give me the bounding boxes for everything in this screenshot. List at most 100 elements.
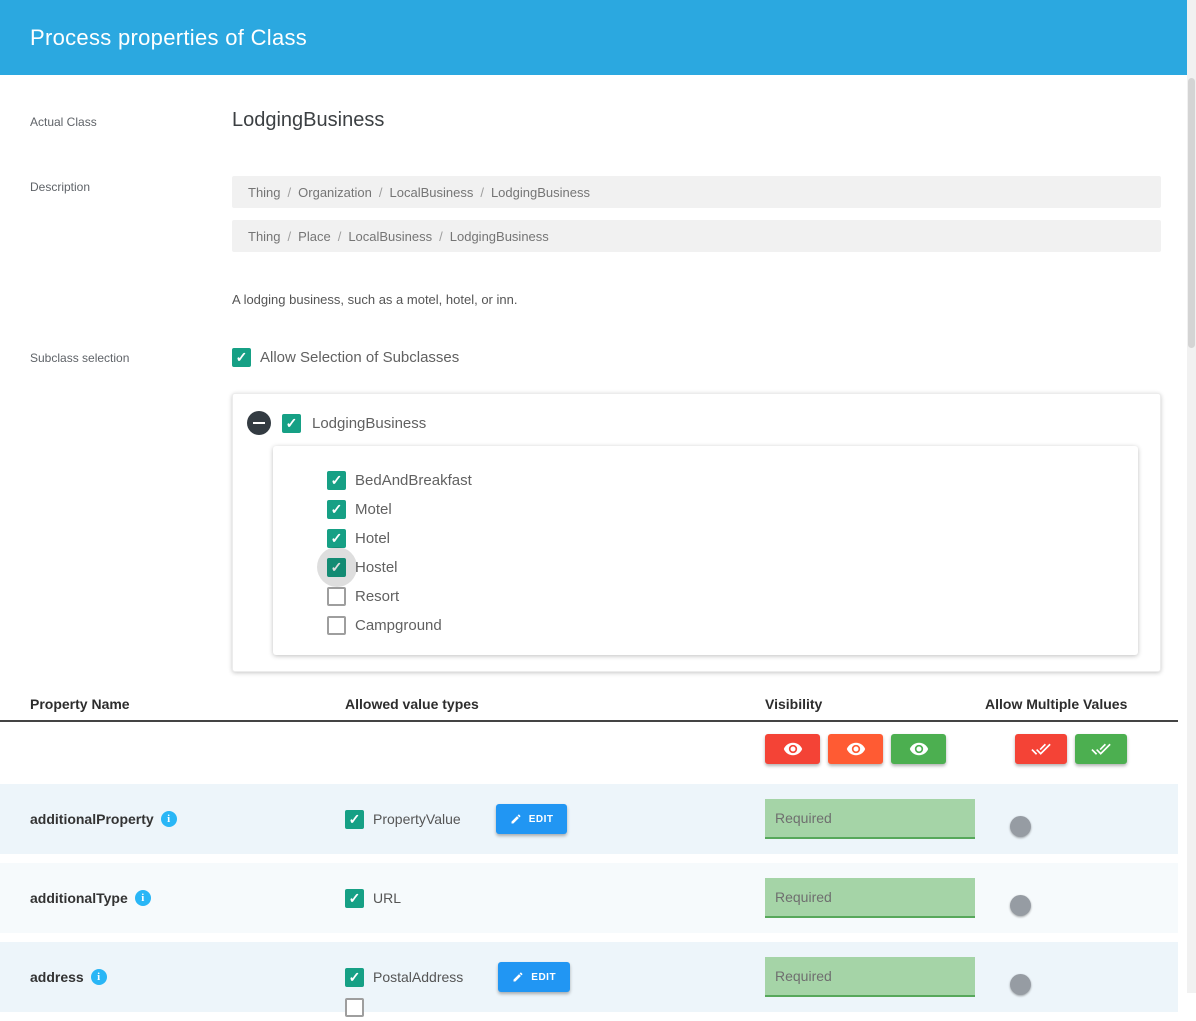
breadcrumb-item[interactable]: Organization bbox=[298, 185, 372, 200]
subclass-tree-root: LodgingBusiness bbox=[247, 408, 1144, 438]
description-text: A lodging business, such as a motel, hot… bbox=[232, 292, 1161, 307]
page-title: Process properties of Class bbox=[30, 25, 307, 51]
info-icon[interactable]: i bbox=[91, 969, 107, 985]
double-check-icon bbox=[1091, 739, 1111, 759]
allowed-value-type: PostalAddress EDIT bbox=[345, 962, 570, 992]
breadcrumb-separator: / bbox=[288, 185, 292, 200]
visibility-field[interactable]: Required bbox=[765, 878, 975, 918]
breadcrumb-item[interactable]: LodgingBusiness bbox=[491, 185, 590, 200]
breadcrumb-separator: / bbox=[288, 229, 292, 244]
subclass-checkbox[interactable] bbox=[327, 587, 346, 606]
bulk-actions-row bbox=[0, 722, 1178, 776]
allow-subclasses-checkbox[interactable] bbox=[232, 348, 251, 367]
value-type-label: URL bbox=[373, 890, 401, 906]
breadcrumb-item[interactable]: LocalBusiness bbox=[348, 229, 432, 244]
subclass-checkbox[interactable] bbox=[327, 558, 346, 577]
info-icon[interactable]: i bbox=[161, 811, 177, 827]
value-type-checkbox[interactable] bbox=[345, 998, 364, 1017]
edit-button[interactable]: EDIT bbox=[498, 962, 570, 992]
subclass-option[interactable]: Hotel bbox=[327, 524, 1118, 552]
allow-subclasses-option[interactable]: Allow Selection of Subclasses bbox=[232, 343, 1161, 371]
subclass-list: BedAndBreakfast Motel Hotel Hostel Resor… bbox=[273, 446, 1138, 655]
property-name: address bbox=[30, 969, 84, 985]
visibility-all-hidden-button[interactable] bbox=[765, 734, 820, 764]
edit-button-label: EDIT bbox=[531, 972, 556, 983]
breadcrumb-separator: / bbox=[338, 229, 342, 244]
subclass-label: Motel bbox=[355, 501, 392, 518]
allowed-value-type: PropertyValue EDIT bbox=[345, 804, 567, 834]
visibility-field[interactable]: Required bbox=[765, 957, 975, 997]
allowed-value-type bbox=[345, 998, 373, 1017]
col-header-property-name: Property Name bbox=[30, 696, 345, 712]
visibility-field[interactable]: Required bbox=[765, 799, 975, 839]
breadcrumb-item[interactable]: Thing bbox=[248, 229, 281, 244]
property-rows: additionalProperty i PropertyValue EDIT … bbox=[0, 784, 1178, 1012]
property-row: address i PostalAddress EDIT Required bbox=[0, 942, 1178, 1012]
scrollbar-track[interactable] bbox=[1187, 0, 1196, 993]
visibility-all-optional-button[interactable] bbox=[828, 734, 883, 764]
property-row: additionalType i URL Required bbox=[0, 863, 1178, 933]
breadcrumb-item[interactable]: LodgingBusiness bbox=[450, 229, 549, 244]
property-name: additionalType bbox=[30, 890, 128, 906]
main-content: Actual Class LodgingBusiness Description… bbox=[0, 75, 1187, 1021]
property-row: additionalProperty i PropertyValue EDIT … bbox=[0, 784, 1178, 854]
col-header-allow-multiple-values: Allow Multiple Values bbox=[985, 696, 1178, 712]
actual-class-row: Actual Class LodgingBusiness bbox=[0, 111, 1187, 132]
subclass-option[interactable]: Hostel bbox=[327, 553, 1118, 581]
breadcrumb-list: Thing / Organization / LocalBusiness / Lodging… bbox=[232, 176, 1161, 252]
breadcrumb-item[interactable]: Thing bbox=[248, 185, 281, 200]
subclass-checkbox[interactable] bbox=[327, 529, 346, 548]
subclass-checkbox[interactable] bbox=[327, 616, 346, 635]
breadcrumb-separator: / bbox=[480, 185, 484, 200]
breadcrumb: Thing/Place/LocalBusiness/LodgingBusines… bbox=[232, 220, 1161, 252]
allowed-value-type: URL bbox=[345, 889, 401, 908]
col-header-allowed-value-types: Allowed value types bbox=[345, 696, 765, 712]
multiple-enable-all-button[interactable] bbox=[1075, 734, 1127, 764]
pencil-icon bbox=[512, 971, 524, 983]
subclass-option[interactable]: BedAndBreakfast bbox=[327, 466, 1118, 494]
root-class-checkbox[interactable] bbox=[282, 414, 301, 433]
subclass-label: Resort bbox=[355, 588, 399, 605]
subclass-label: Hotel bbox=[355, 530, 390, 547]
toggle-knob bbox=[1010, 974, 1031, 995]
breadcrumb-item[interactable]: LocalBusiness bbox=[390, 185, 474, 200]
value-type-checkbox[interactable] bbox=[345, 889, 364, 908]
subclass-selection-label: Subclass selection bbox=[30, 347, 232, 672]
subclass-option[interactable]: Resort bbox=[327, 582, 1118, 610]
description-row: Description Thing/Organization/LocalBusi… bbox=[0, 176, 1187, 307]
value-type-checkbox[interactable] bbox=[345, 810, 364, 829]
title-bar: Process properties of Class bbox=[0, 0, 1187, 75]
breadcrumb: Thing / Organization / LocalBusiness / Lodging… bbox=[232, 176, 1161, 208]
subclass-option[interactable]: Campground bbox=[327, 611, 1118, 639]
actual-class-value: LodgingBusiness bbox=[232, 109, 1161, 132]
scrollbar-thumb[interactable] bbox=[1188, 78, 1195, 348]
actual-class-label: Actual Class bbox=[30, 111, 232, 132]
allow-subclasses-label: Allow Selection of Subclasses bbox=[260, 349, 459, 366]
toggle-knob bbox=[1010, 895, 1031, 916]
col-header-visibility: Visibility bbox=[765, 696, 985, 712]
properties-table: Property Name Allowed value types Visibi… bbox=[0, 688, 1178, 1012]
multiple-disable-all-button[interactable] bbox=[1015, 734, 1067, 764]
table-header-row: Property Name Allowed value types Visibi… bbox=[0, 688, 1178, 722]
edit-button[interactable]: EDIT bbox=[496, 804, 568, 834]
value-type-checkbox[interactable] bbox=[345, 968, 364, 987]
subclass-checkbox[interactable] bbox=[327, 500, 346, 519]
subclass-label: Hostel bbox=[355, 559, 398, 576]
eye-icon bbox=[846, 739, 866, 759]
subclass-tree-card: LodgingBusiness BedAndBreakfast Motel Ho… bbox=[232, 393, 1161, 672]
value-type-label: PropertyValue bbox=[373, 811, 461, 827]
collapse-minus-icon[interactable] bbox=[247, 411, 271, 435]
info-icon[interactable]: i bbox=[135, 890, 151, 906]
eye-icon bbox=[783, 739, 803, 759]
breadcrumb-separator: / bbox=[379, 185, 383, 200]
eye-icon bbox=[909, 739, 929, 759]
property-name: additionalProperty bbox=[30, 811, 154, 827]
value-type-label: PostalAddress bbox=[373, 969, 463, 985]
breadcrumb-item[interactable]: Place bbox=[298, 229, 331, 244]
visibility-all-required-button[interactable] bbox=[891, 734, 946, 764]
subclass-label: BedAndBreakfast bbox=[355, 472, 472, 489]
subclass-checkbox[interactable] bbox=[327, 471, 346, 490]
toggle-knob bbox=[1010, 816, 1031, 837]
subclass-label: Campground bbox=[355, 617, 442, 634]
subclass-option[interactable]: Motel bbox=[327, 495, 1118, 523]
